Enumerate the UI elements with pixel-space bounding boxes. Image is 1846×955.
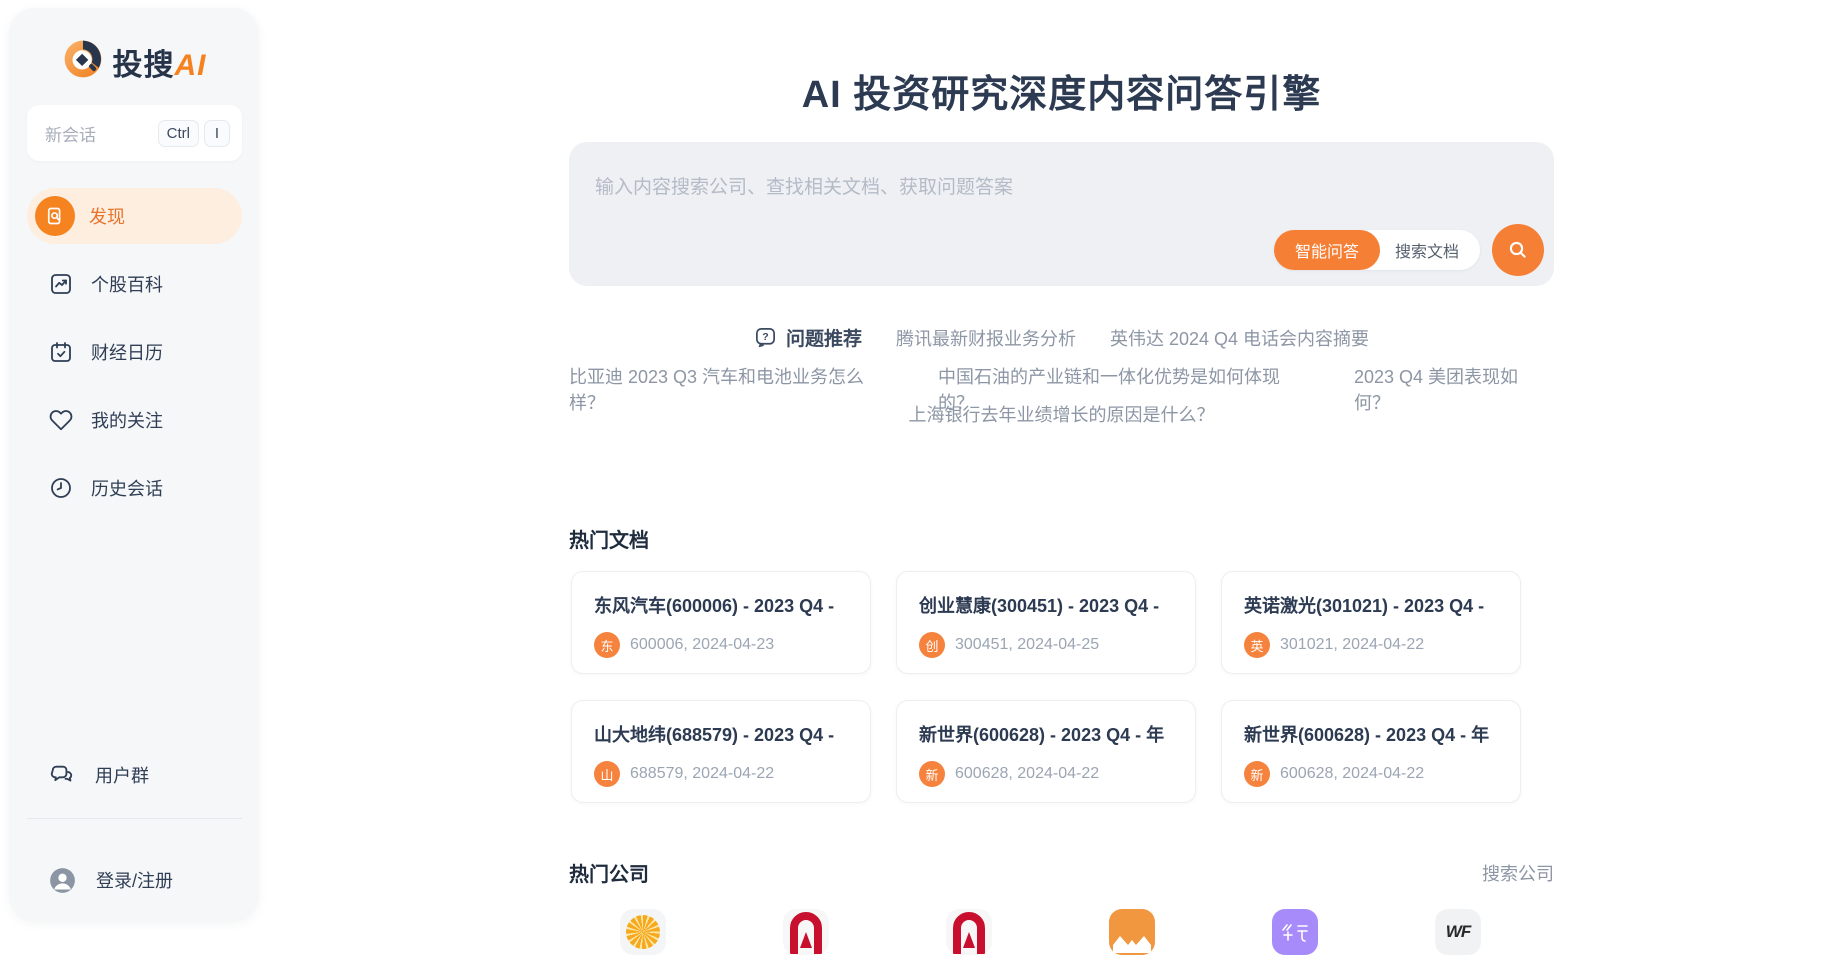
doc-meta: 600006, 2024-04-23	[630, 636, 774, 654]
company-logo-sunburst[interactable]	[620, 909, 666, 955]
search-input[interactable]	[595, 172, 1295, 242]
company-logo-red-arch[interactable]	[946, 909, 992, 955]
sidebar-item-label: 登录/注册	[96, 867, 173, 893]
doc-title: 新世界(600628) - 2023 Q4 - 年	[919, 721, 1173, 747]
discover-icon	[35, 196, 75, 236]
search-card: 智能问答 搜索文档	[569, 142, 1554, 286]
doc-title: 新世界(600628) - 2023 Q4 - 年	[1244, 721, 1498, 747]
doc-card[interactable]: 东风汽车(600006) - 2023 Q4 - 东 600006, 2024-0…	[571, 571, 871, 674]
heart-icon	[49, 408, 73, 432]
suggested-question[interactable]: 英伟达 2024 Q4 电话会内容摘要	[1110, 325, 1369, 351]
calendar-icon	[49, 340, 73, 364]
doc-card[interactable]: 创业慧康(300451) - 2023 Q4 - 创 300451, 2024-0…	[896, 571, 1196, 674]
kbd-i: I	[204, 120, 230, 147]
doc-badge: 新	[919, 761, 945, 787]
suggestions-row-3: 上海银行去年业绩增长的原因是什么？	[569, 401, 1554, 427]
sidebar-item-history[interactable]: 历史会话	[27, 460, 242, 516]
hot-companies-logos: WF	[620, 909, 1481, 955]
search-controls: 智能问答 搜索文档	[1274, 224, 1544, 276]
sidebar-item-label: 历史会话	[91, 475, 163, 501]
doc-card[interactable]: 新世界(600628) - 2023 Q4 - 年 新 600628, 2024-…	[1221, 700, 1521, 803]
suggestions-row-1: ? 问题推荐 腾讯最新财报业务分析 英伟达 2024 Q4 电话会内容摘要	[569, 324, 1554, 351]
doc-meta: 300451, 2024-04-25	[955, 636, 1099, 654]
brand-logo[interactable]: 投搜AI	[9, 38, 259, 85]
chat-bubbles-icon	[49, 762, 75, 788]
search-company-link[interactable]: 搜索公司	[1482, 860, 1554, 886]
suggested-question[interactable]: 腾讯最新财报业务分析	[896, 325, 1076, 351]
company-logo-purple[interactable]	[1272, 909, 1318, 955]
sidebar-item-login[interactable]: 登录/注册	[27, 855, 242, 905]
doc-meta: 600628, 2024-04-22	[1280, 765, 1424, 783]
hot-companies-title: 热门公司	[569, 858, 649, 887]
main-content: AI 投资研究深度内容问答引擎 智能问答 搜索文档 ? 问题推荐 腾讯最新财报业…	[569, 0, 1554, 931]
page-title: AI 投资研究深度内容问答引擎	[569, 63, 1554, 118]
sidebar-item-label: 财经日历	[91, 339, 163, 365]
brand-logo-icon	[62, 38, 104, 85]
doc-title: 东风汽车(600006) - 2023 Q4 -	[594, 592, 848, 618]
user-avatar-icon	[49, 867, 76, 894]
doc-badge: 英	[1244, 632, 1270, 658]
kbd-ctrl: Ctrl	[158, 120, 199, 147]
search-icon	[1506, 238, 1530, 262]
company-logo-wf[interactable]: WF	[1435, 909, 1481, 955]
company-logo-orange-wave[interactable]	[1109, 909, 1155, 955]
mode-smart-qa-button[interactable]: 智能问答	[1274, 230, 1380, 270]
stock-chart-icon	[49, 272, 73, 296]
doc-badge: 山	[594, 761, 620, 787]
sidebar-item-label: 发现	[89, 203, 125, 229]
hot-docs-header: 热门文档	[569, 524, 1554, 553]
sidebar-item-label: 我的关注	[91, 407, 163, 433]
doc-title: 创业慧康(300451) - 2023 Q4 -	[919, 592, 1173, 618]
doc-title: 山大地纬(688579) - 2023 Q4 -	[594, 721, 848, 747]
sidebar-item-user-group[interactable]: 用户群	[27, 750, 242, 800]
search-submit-button[interactable]	[1492, 224, 1544, 276]
sidebar-item-my-follows[interactable]: 我的关注	[27, 392, 242, 448]
suggested-question[interactable]: 上海银行去年业绩增长的原因是什么？	[909, 401, 1215, 427]
sidebar-item-finance-calendar[interactable]: 财经日历	[27, 324, 242, 380]
hot-docs-grid: 东风汽车(600006) - 2023 Q4 - 东 600006, 2024-0…	[571, 571, 1554, 803]
sidebar-item-label: 用户群	[95, 762, 149, 788]
doc-badge: 东	[594, 632, 620, 658]
new-session-button[interactable]: 新会话 Ctrl I	[27, 105, 242, 161]
sidebar-nav: 发现 个股百科 财经日历 我的关注 历史会话	[27, 188, 242, 528]
sidebar-item-discover[interactable]: 发现	[27, 188, 242, 244]
svg-text:?: ?	[762, 331, 768, 343]
sidebar-item-stock-wiki[interactable]: 个股百科	[27, 256, 242, 312]
doc-meta: 301021, 2024-04-22	[1280, 636, 1424, 654]
brand-name: 投搜AI	[113, 40, 207, 84]
doc-badge: 新	[1244, 761, 1270, 787]
sidebar-item-label: 个股百科	[91, 271, 163, 297]
doc-card[interactable]: 山大地纬(688579) - 2023 Q4 - 山 688579, 2024-0…	[571, 700, 871, 803]
doc-meta: 688579, 2024-04-22	[630, 765, 774, 783]
doc-card[interactable]: 新世界(600628) - 2023 Q4 - 年 新 600628, 2024-…	[896, 700, 1196, 803]
hot-docs-title: 热门文档	[569, 524, 649, 553]
question-bubble-icon: ?	[754, 326, 777, 349]
company-logo-red-arch[interactable]	[783, 909, 829, 955]
sidebar: 投搜AI 新会话 Ctrl I 发现 个股百科 财经日历	[9, 8, 259, 922]
doc-meta: 600628, 2024-04-22	[955, 765, 1099, 783]
new-session-label: 新会话	[45, 121, 153, 146]
doc-title: 英诺激光(301021) - 2023 Q4 -	[1244, 592, 1498, 618]
doc-card[interactable]: 英诺激光(301021) - 2023 Q4 - 英 301021, 2024-0…	[1221, 571, 1521, 674]
sidebar-divider	[27, 818, 242, 819]
question-recommend-label: ? 问题推荐	[754, 324, 862, 351]
mode-search-docs-button[interactable]: 搜索文档	[1377, 233, 1477, 267]
doc-badge: 创	[919, 632, 945, 658]
clock-icon	[49, 476, 73, 500]
search-mode-toggle: 智能问答 搜索文档	[1274, 230, 1480, 270]
hot-companies-header: 热门公司 搜索公司	[569, 858, 1554, 887]
